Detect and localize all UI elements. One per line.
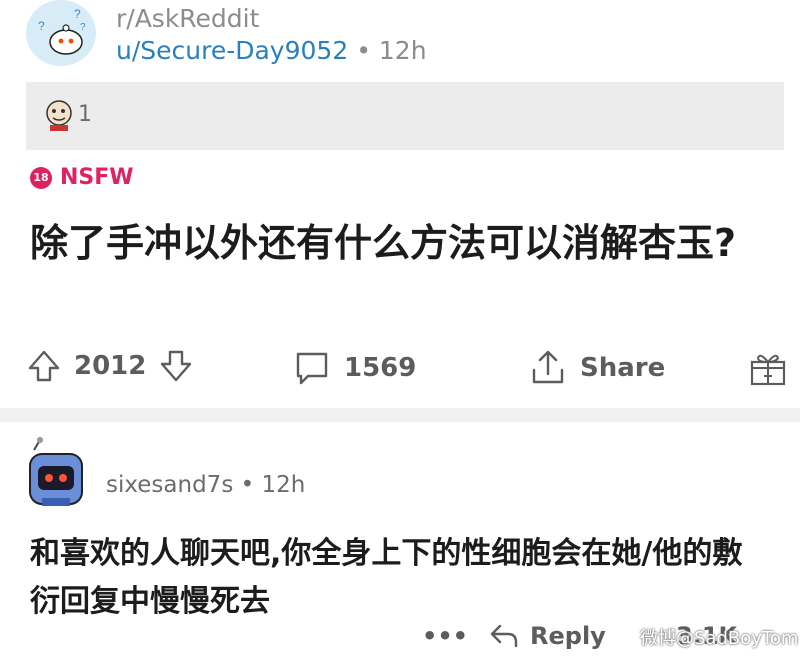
- svg-text:?: ?: [74, 7, 81, 21]
- section-divider: [0, 408, 800, 422]
- comments-button[interactable]: 1569: [292, 348, 416, 388]
- watermark-text: 微博@SadBoyTom: [640, 628, 799, 649]
- award-icon: [42, 97, 76, 133]
- awards-bar[interactable]: [26, 82, 784, 150]
- subreddit-avatar-icon[interactable]: ? ? ?: [26, 0, 96, 66]
- post-time: 12h: [378, 36, 427, 65]
- nsfw-label: NSFW: [60, 165, 134, 190]
- comment-body: 和喜欢的人聊天吧,你全身上下的性细胞会在她/他的敷衍回复中慢慢死去: [30, 536, 743, 619]
- upvote-count: 2012: [74, 351, 147, 381]
- comment-meta: sixesand7s • 12h: [106, 472, 305, 498]
- comment-author[interactable]: sixesand7s: [106, 472, 233, 498]
- user-avatar-icon[interactable]: [20, 436, 92, 516]
- nsfw-tag: 18 NSFW: [30, 165, 134, 190]
- comment-time: 12h: [261, 472, 306, 498]
- meta-separator: •: [356, 36, 371, 65]
- meta-separator: •: [240, 472, 255, 498]
- reply-label: Reply: [530, 622, 606, 650]
- post-title[interactable]: 除了手冲以外还有什么方法可以消解杏玉?: [30, 217, 750, 269]
- comment-more-button[interactable]: •••: [422, 622, 468, 650]
- upvote-icon[interactable]: [26, 348, 62, 384]
- post-meta: u/Secure-Day9052 • 12h: [116, 36, 427, 65]
- comment-count: 1569: [344, 353, 417, 383]
- svg-text:?: ?: [80, 22, 86, 33]
- share-icon: [528, 348, 568, 388]
- svg-text:?: ?: [38, 19, 45, 33]
- comment-icon: [292, 348, 332, 388]
- share-button[interactable]: Share: [528, 348, 665, 388]
- vote-group: 2012: [26, 348, 194, 384]
- gift-icon: [748, 348, 788, 388]
- downvote-icon[interactable]: [158, 348, 194, 384]
- award-count: 1: [78, 102, 92, 127]
- reply-icon: [488, 622, 520, 650]
- reply-button[interactable]: Reply: [488, 622, 606, 650]
- author-link[interactable]: u/Secure-Day9052: [116, 36, 348, 65]
- share-label: Share: [580, 353, 666, 383]
- gift-button[interactable]: [748, 348, 788, 388]
- more-dots: •••: [422, 622, 469, 650]
- subreddit-name[interactable]: r/AskReddit: [116, 4, 259, 33]
- nsfw-18-badge: 18: [30, 166, 52, 189]
